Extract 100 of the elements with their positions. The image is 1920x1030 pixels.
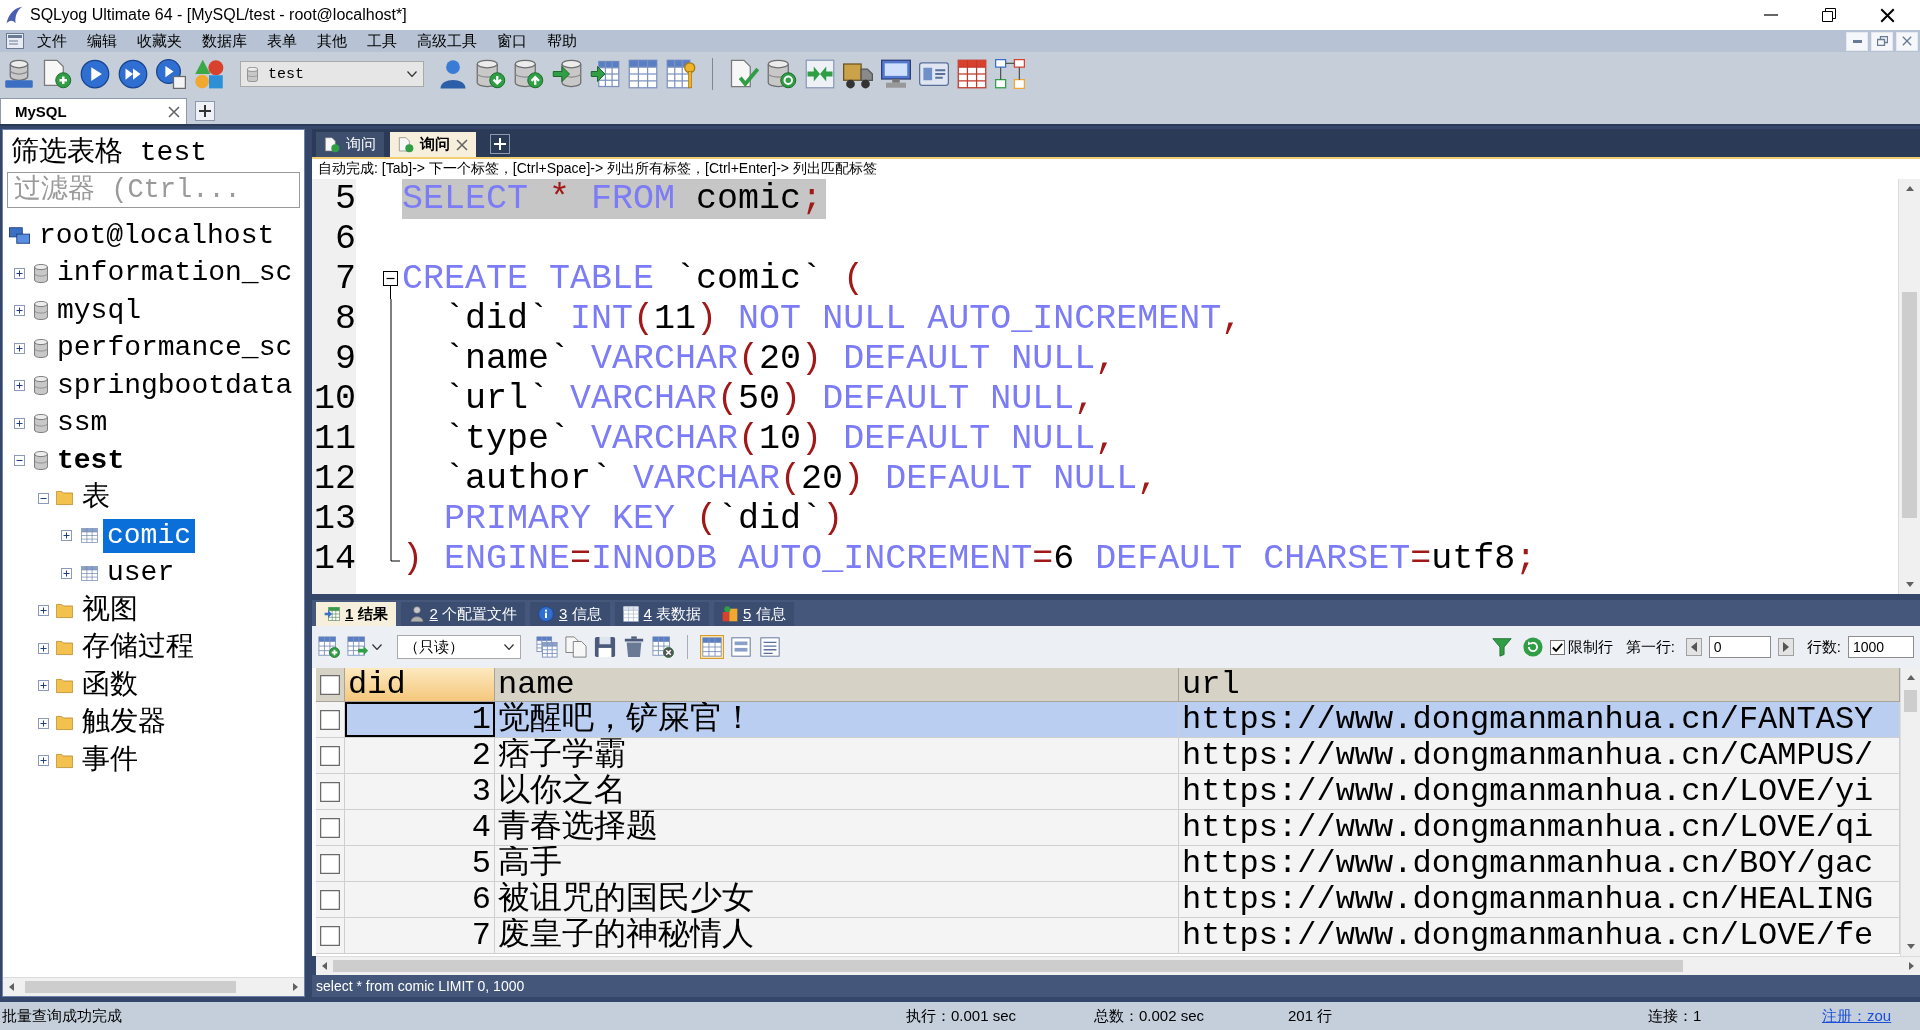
shapes-icon[interactable] <box>194 59 224 89</box>
page-icon[interactable] <box>324 136 340 153</box>
row-count-field[interactable]: 1000 <box>1848 636 1914 658</box>
form-view-icon[interactable] <box>730 636 752 658</box>
expand-icon[interactable] <box>37 755 49 767</box>
menu-item[interactable]: 窗口 <box>487 31 537 51</box>
vertical-scrollbar[interactable] <box>1900 668 1920 956</box>
table-row[interactable]: 4 青春选择题 https://www.dongmanmanhua.cn/LOVE/qi <box>316 810 1900 846</box>
table-row[interactable]: 6 被诅咒的国民少女 https://www.dongmanmanhua.cn/HEALING <box>316 882 1900 918</box>
database-up-icon[interactable] <box>514 59 544 89</box>
tree-item[interactable]: ssm <box>53 406 112 441</box>
collapse-icon[interactable] <box>14 455 25 467</box>
expand-icon[interactable] <box>14 417 25 429</box>
row-checkbox[interactable] <box>320 925 340 946</box>
results-tab[interactable]: 2 个配置文件 <box>400 602 526 626</box>
tree-item[interactable]: 事件 <box>77 743 142 778</box>
previous-icon[interactable] <box>1685 638 1702 656</box>
expand-icon[interactable] <box>14 342 25 354</box>
table-export-icon[interactable] <box>347 636 369 658</box>
table-arrow-icon[interactable] <box>324 606 340 622</box>
play-icon[interactable] <box>80 59 110 89</box>
tree-item[interactable]: root@localhost <box>35 218 279 253</box>
table-row[interactable]: 2 痞子学霸 https://www.dongmanmanhua.cn/CAMPUS/ <box>316 738 1900 774</box>
tree-item[interactable]: information_sc <box>53 256 297 291</box>
database-server-icon[interactable] <box>4 59 34 89</box>
connection-tab[interactable]: MySQL <box>0 98 187 124</box>
filter-field[interactable]: 过滤器 (Ctrl... <box>7 172 300 208</box>
tree-item[interactable]: comic <box>103 518 195 553</box>
menu-item[interactable]: 高级工具 <box>407 31 487 51</box>
row-checkbox[interactable] <box>320 709 340 730</box>
page-plus-icon[interactable] <box>42 59 72 89</box>
tree-item[interactable]: 存储过程 <box>77 631 198 666</box>
menu-item[interactable]: 收藏夹 <box>127 31 192 51</box>
expand-icon[interactable] <box>14 267 25 279</box>
page-icon[interactable] <box>398 136 414 153</box>
scrollbar-thumb[interactable] <box>333 959 1684 973</box>
limit-rows-checkbox[interactable] <box>1549 639 1565 655</box>
tree-item[interactable]: test <box>53 443 129 478</box>
tree-item[interactable]: user <box>103 556 179 591</box>
table-icon[interactable] <box>622 606 639 622</box>
grid-view-icon[interactable] <box>701 636 723 658</box>
expand-icon[interactable] <box>14 305 25 317</box>
left-arrow-icon[interactable] <box>320 961 330 971</box>
down-arrow-icon[interactable] <box>1905 941 1916 951</box>
collapse-icon[interactable] <box>383 271 398 299</box>
table-plus-icon[interactable] <box>318 636 340 658</box>
database-arrow-icon[interactable] <box>552 59 582 89</box>
caret-icon[interactable] <box>407 71 417 77</box>
left-arrow-icon[interactable] <box>7 982 17 992</box>
table-delete-icon[interactable] <box>652 636 674 658</box>
limit-rows-label[interactable]: 限制行 <box>1567 637 1613 657</box>
register-link[interactable]: 注册：zou <box>1822 1006 1892 1026</box>
copy-icon[interactable] <box>565 636 587 658</box>
expand-icon[interactable] <box>14 380 25 392</box>
menu-item[interactable]: 编辑 <box>77 31 127 51</box>
tree-item[interactable]: 触发器 <box>77 706 170 741</box>
user-icon[interactable] <box>438 59 468 89</box>
tree-item[interactable]: springbootdata <box>53 368 297 403</box>
tree-item[interactable]: 视图 <box>77 593 142 628</box>
table-grid-icon[interactable] <box>957 59 987 89</box>
database-select[interactable]: test <box>240 61 424 87</box>
table-key-icon[interactable] <box>666 59 696 89</box>
up-arrow-icon[interactable] <box>1905 673 1916 683</box>
save-icon[interactable] <box>594 636 616 658</box>
trash-icon[interactable] <box>623 636 645 658</box>
tree-item[interactable]: 函数 <box>77 668 142 703</box>
table-arrow-icon[interactable] <box>590 59 620 89</box>
database-refresh-icon[interactable] <box>767 59 797 89</box>
down-arrow-icon[interactable] <box>1904 579 1915 589</box>
collapse-icon[interactable] <box>37 492 49 504</box>
expand-icon[interactable] <box>61 530 72 542</box>
next-icon[interactable] <box>1777 638 1794 656</box>
up-arrow-icon[interactable] <box>1904 184 1915 194</box>
select-all-checkbox[interactable] <box>320 674 340 695</box>
blocks-icon[interactable] <box>722 606 739 622</box>
menu-item[interactable]: 其他 <box>307 31 357 51</box>
text-view-icon[interactable] <box>759 636 781 658</box>
mode-select[interactable]: （只读） <box>397 635 521 659</box>
close-icon[interactable] <box>1880 7 1895 23</box>
tree-item[interactable]: 表 <box>77 481 114 516</box>
tree-item[interactable]: mysql <box>53 293 145 328</box>
monitor-icon[interactable] <box>881 59 911 89</box>
row-checkbox[interactable] <box>320 889 340 910</box>
card-icon[interactable] <box>919 59 949 89</box>
database-down-icon[interactable] <box>476 59 506 89</box>
menu-item[interactable]: 文件 <box>27 31 77 51</box>
right-arrow-icon[interactable] <box>290 982 300 992</box>
first-row-field[interactable]: 0 <box>1708 636 1771 658</box>
results-tab[interactable]: 1 结果 <box>316 602 396 626</box>
column-header[interactable]: name <box>495 668 1179 702</box>
horizontal-scrollbar[interactable] <box>316 956 1920 975</box>
close-button[interactable] <box>1896 31 1918 51</box>
results-tab[interactable]: 4 表数据 <box>614 602 710 626</box>
table-icon[interactable] <box>628 59 658 89</box>
row-checkbox[interactable] <box>320 817 340 838</box>
minimize-icon[interactable] <box>1852 39 1862 43</box>
menu-item[interactable]: 工具 <box>357 31 407 51</box>
table-copy-icon[interactable] <box>536 636 558 658</box>
right-arrow-icon[interactable] <box>1906 961 1916 971</box>
column-header[interactable]: did <box>345 668 495 702</box>
